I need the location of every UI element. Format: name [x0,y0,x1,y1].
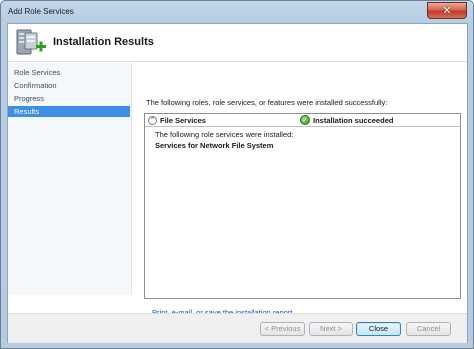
next-button[interactable]: Next > [309,322,353,336]
page-title: Installation Results [53,36,154,48]
wizard-header: Installation Results [8,24,467,62]
server-add-role-icon [16,29,46,55]
collapse-icon[interactable]: ⌃ [148,116,157,125]
result-role-name: File Services [160,116,206,125]
title-bar[interactable]: Add Role Services ✕ [1,1,473,23]
wizard-steps-nav: Role Services Confirmation Progress Resu… [8,63,132,295]
wizard-footer: < Previous Next > Close Cancel [8,313,467,343]
installation-results-box: ⌃ File Services ✓ Installation succeeded… [144,113,461,299]
nav-item-results[interactable]: Results [8,106,130,117]
nav-item-confirmation[interactable]: Confirmation [8,80,130,91]
wizard-main-panel: The following roles, role services, or f… [132,63,469,299]
success-check-icon: ✓ [300,115,310,125]
wizard-client-area: Installation Results Role Services Confi… [7,23,468,343]
result-service-name: Services for Network File System [155,141,274,150]
window-close-button[interactable]: ✕ [427,2,467,19]
intro-text: The following roles, role services, or f… [146,98,388,107]
result-detail-text: The following role services were install… [155,130,294,139]
close-icon: ✕ [442,5,452,17]
nav-item-progress[interactable]: Progress [8,93,130,104]
result-status: Installation succeeded [313,116,394,125]
window-title: Add Role Services [8,7,74,16]
nav-item-role-services[interactable]: Role Services [8,67,130,78]
close-button[interactable]: Close [356,322,401,336]
previous-button[interactable]: < Previous [260,322,305,336]
result-row-header: ⌃ File Services ✓ Installation succeeded [145,114,460,127]
add-role-services-window: Add Role Services ✕ Installation Results… [0,0,474,349]
cancel-button[interactable]: Cancel [406,322,451,336]
